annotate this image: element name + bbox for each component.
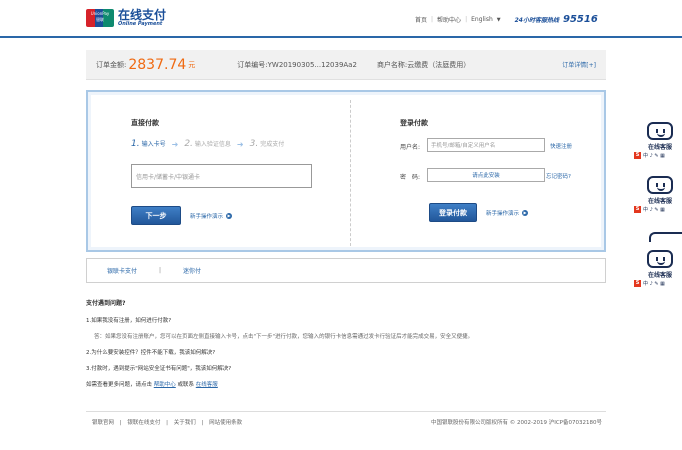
register-link[interactable]: 快速注册 — [550, 142, 572, 150]
arrow-right-icon: ➜ — [171, 139, 179, 149]
faq-section: 支付遇到问题? 1.如果我没有注册，如何进行付款? 答：如果您没有注册账户，您可… — [86, 298, 606, 396]
nav-home-link[interactable]: 首页 — [415, 15, 427, 24]
payment-methods-bar: 银联卡支付 | 迷你付 — [86, 258, 606, 283]
direct-pay-title: 直接付款 — [131, 119, 159, 127]
arrow-right-icon: ➜ — [236, 139, 244, 149]
service-toolbar: S中 ♪ ✎ ▦ — [634, 152, 665, 159]
service-face-icon — [647, 176, 673, 194]
language-select[interactable]: English — [471, 16, 493, 23]
nav-separator: | — [465, 16, 468, 23]
online-service-widget[interactable]: 在线客服 S中 ♪ ✎ ▦ — [634, 176, 682, 218]
payment-panel: 直接付款 1. 输入卡号 ➜ 2. 输入验证信息 ➜ 3. 完成支付 信用卡/储蓄卡/… — [86, 90, 606, 252]
online-service-widget[interactable]: 在线客服 S中 ♪ ✎ ▦ — [634, 250, 682, 292]
service-label: 在线客服 — [648, 144, 673, 151]
username-label: 用户名: — [400, 144, 421, 151]
order-number: YW20190305...12039Aa2 — [267, 60, 357, 69]
help-center-link[interactable]: 帮助中心 — [154, 382, 176, 388]
pay-steps: 1. 输入卡号 ➜ 2. 输入验证信息 ➜ 3. 完成支付 — [131, 139, 284, 149]
logo-title: 在线支付 — [118, 8, 167, 22]
chevron-down-icon[interactable]: ▼ — [497, 17, 501, 23]
faq-question-3[interactable]: 3.付款时，遇到提示"网站安全证书有问题"，我该如何解决? — [86, 364, 606, 372]
faq-answer-1: 答：如果您没有注册账户，您可以在页面左侧直接输入卡号，点击"下一步"进行付款，您… — [94, 334, 474, 340]
hotline-number: 95516 — [562, 14, 598, 25]
footer-link-terms[interactable]: 网站使用条款 — [209, 420, 242, 426]
password-label: 密 码: — [400, 174, 421, 181]
nav-separator: | — [431, 16, 434, 23]
top-nav: 首页 | 帮助中心 | English ▼ 24小时客服热线 95516 — [415, 14, 598, 25]
login-guide-link[interactable]: 新手操作演示 ▶ — [486, 209, 529, 217]
footer-links: 银联官网 | 银联在线支付 | 关于我们 | 网站使用条款 — [92, 419, 243, 426]
faq-more: 如需查看更多问题，请点击 帮助中心 或联系 在线客服 — [86, 382, 218, 388]
nav-help-link[interactable]: 帮助中心 — [437, 15, 461, 24]
faq-title: 支付遇到问题? — [86, 300, 126, 307]
login-pay-button[interactable]: 登录付款 — [429, 203, 477, 222]
service-face-icon — [647, 122, 673, 140]
step-2: 2. 输入验证信息 — [184, 139, 231, 149]
service-toolbar: S中 ♪ ✎ ▦ — [634, 280, 665, 287]
merchant-label: 商户名称: — [376, 60, 408, 69]
next-button[interactable]: 下一步 — [131, 206, 181, 225]
faq-question-1: 1.如果我没有注册，如何进行付款? — [86, 318, 172, 324]
card-number-input[interactable]: 信用卡/储蓄卡/中银通卡 — [131, 164, 312, 188]
password-install-input[interactable]: 请点此安装 — [427, 168, 545, 182]
merchant-name: 云缴费（法庭费用） — [407, 60, 471, 69]
sogou-icon: S — [634, 206, 641, 213]
mini-pay-tab[interactable]: 迷你付 — [183, 266, 201, 275]
play-icon: ▶ — [522, 210, 529, 216]
service-label: 在线客服 — [648, 272, 673, 279]
login-pay-title: 登录付款 — [400, 119, 428, 127]
panel-divider — [350, 100, 351, 246]
order-no-label: 订单编号: — [237, 60, 268, 69]
step-1: 1. 输入卡号 — [131, 139, 166, 149]
unionpay-badge-icon: UnionPay 银联 — [86, 9, 114, 27]
order-details-link[interactable]: 订单详情[+] — [562, 60, 596, 69]
footer-link-online-pay[interactable]: 银联在线支付 — [127, 420, 160, 426]
hotline-label: 24小时客服热线 — [514, 17, 559, 24]
service-face-icon — [647, 250, 673, 268]
faq-question-2[interactable]: 2.为什么要安装控件？控件不能下载，我该如何解决? — [86, 348, 606, 356]
step-3: 3. 完成支付 — [249, 139, 285, 149]
unionpay-card-tab[interactable]: 银联卡支付 — [107, 266, 137, 275]
service-toolbar: S中 ♪ ✎ ▦ — [634, 206, 665, 213]
copyright: 中国银联股份有限公司版权所有 © 2002-2019 沪ICP备07032180… — [431, 419, 602, 426]
amount-unit: 元 — [188, 60, 196, 69]
footer-link-unionpay[interactable]: 银联官网 — [92, 420, 114, 426]
methods-separator: | — [159, 267, 162, 274]
play-icon: ▶ — [226, 213, 233, 219]
logo-subtitle: Online Payment — [118, 21, 163, 27]
header: UnionPay 银联 在线支付 Online Payment 首页 | 帮助中心… — [0, 0, 682, 38]
online-service-widget[interactable]: 在线客服 S中 ♪ ✎ ▦ — [634, 122, 682, 164]
username-input[interactable]: 手机号/邮箱/自定义用户名 — [427, 138, 545, 152]
order-amount: 2837.74 — [128, 56, 187, 73]
footer-link-about[interactable]: 关于我们 — [174, 420, 196, 426]
service-label: 在线客服 — [648, 198, 673, 205]
sogou-icon: S — [634, 152, 641, 159]
footer: 银联官网 | 银联在线支付 | 关于我们 | 网站使用条款 中国银联股份有限公司… — [86, 411, 606, 431]
service-face-icon — [649, 232, 682, 242]
forgot-password-link[interactable]: 忘记密码? — [546, 172, 571, 180]
direct-guide-link[interactable]: 新手操作演示 ▶ — [190, 212, 233, 220]
order-summary: 订单金额: 2837.74 元 订单编号: YW20190305...12039… — [86, 50, 606, 80]
online-service-link[interactable]: 在线客服 — [196, 382, 218, 388]
sogou-icon: S — [634, 280, 641, 287]
unionpay-logo[interactable]: UnionPay 银联 在线支付 Online Payment — [86, 9, 166, 27]
amount-label: 订单金额: — [96, 60, 127, 69]
